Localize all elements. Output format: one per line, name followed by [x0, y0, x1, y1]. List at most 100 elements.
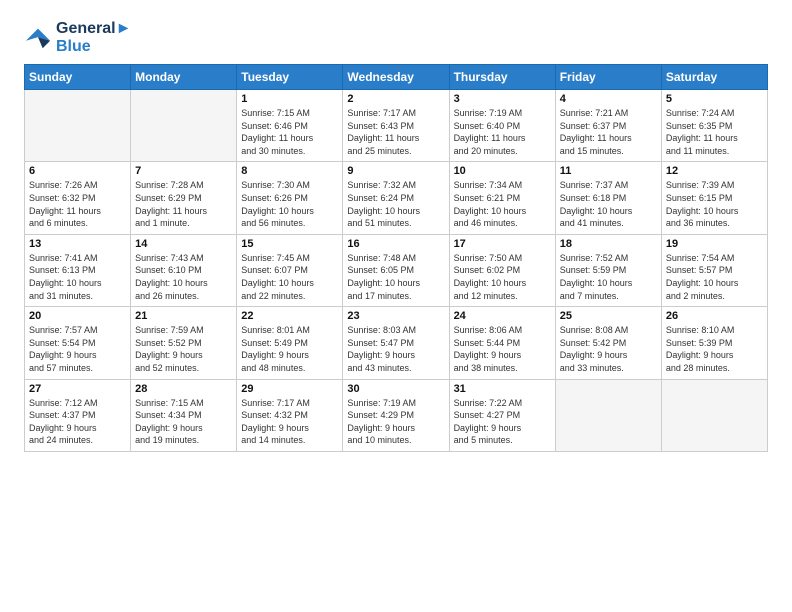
day-number: 8	[241, 165, 338, 177]
day-info: Sunrise: 7:48 AM Sunset: 6:05 PM Dayligh…	[347, 252, 444, 302]
logo-icon	[24, 24, 52, 52]
day-info: Sunrise: 7:57 AM Sunset: 5:54 PM Dayligh…	[29, 324, 126, 374]
day-number: 14	[135, 238, 232, 250]
calendar-cell: 15 Sunrise: 7:45 AM Sunset: 6:07 PM Dayli…	[237, 234, 343, 306]
calendar-cell: 18 Sunrise: 7:52 AM Sunset: 5:59 PM Dayli…	[555, 234, 661, 306]
day-number: 18	[560, 238, 657, 250]
column-header-friday: Friday	[555, 65, 661, 90]
day-number: 19	[666, 238, 763, 250]
calendar-week-row: 6 Sunrise: 7:26 AM Sunset: 6:32 PM Daylig…	[25, 162, 768, 234]
day-info: Sunrise: 7:21 AM Sunset: 6:37 PM Dayligh…	[560, 107, 657, 157]
calendar-cell: 26 Sunrise: 8:10 AM Sunset: 5:39 PM Dayli…	[661, 307, 767, 379]
calendar-week-row: 27Sunrise: 7:12 AM Sunset: 4:37 PM Dayli…	[25, 379, 768, 451]
calendar-cell: 17 Sunrise: 7:50 AM Sunset: 6:02 PM Dayli…	[449, 234, 555, 306]
calendar-cell: 24Sunrise: 8:06 AM Sunset: 5:44 PM Dayli…	[449, 307, 555, 379]
day-number: 5	[666, 93, 763, 105]
day-info: Sunrise: 7:24 AM Sunset: 6:35 PM Dayligh…	[666, 107, 763, 157]
calendar-cell: 27Sunrise: 7:12 AM Sunset: 4:37 PM Dayli…	[25, 379, 131, 451]
day-info: Sunrise: 7:19 AM Sunset: 6:40 PM Dayligh…	[454, 107, 551, 157]
day-info: Sunrise: 8:08 AM Sunset: 5:42 PM Dayligh…	[560, 324, 657, 374]
calendar-cell: 11 Sunrise: 7:37 AM Sunset: 6:18 PM Dayli…	[555, 162, 661, 234]
day-number: 10	[454, 165, 551, 177]
day-number: 30	[347, 383, 444, 395]
day-info: Sunrise: 8:10 AM Sunset: 5:39 PM Dayligh…	[666, 324, 763, 374]
day-number: 12	[666, 165, 763, 177]
day-info: Sunrise: 7:28 AM Sunset: 6:29 PM Dayligh…	[135, 179, 232, 229]
calendar-week-row: 1 Sunrise: 7:15 AM Sunset: 6:46 PM Daylig…	[25, 90, 768, 162]
day-number: 20	[29, 310, 126, 322]
logo: General► Blue	[24, 20, 131, 56]
calendar-cell	[25, 90, 131, 162]
day-info: Sunrise: 7:15 AM Sunset: 6:46 PM Dayligh…	[241, 107, 338, 157]
calendar-header-row: SundayMondayTuesdayWednesdayThursdayFrid…	[25, 65, 768, 90]
day-number: 31	[454, 383, 551, 395]
day-info: Sunrise: 8:01 AM Sunset: 5:49 PM Dayligh…	[241, 324, 338, 374]
calendar-cell: 16Sunrise: 7:48 AM Sunset: 6:05 PM Dayli…	[343, 234, 449, 306]
column-header-monday: Monday	[131, 65, 237, 90]
day-number: 24	[454, 310, 551, 322]
day-info: Sunrise: 7:26 AM Sunset: 6:32 PM Dayligh…	[29, 179, 126, 229]
day-number: 7	[135, 165, 232, 177]
day-number: 11	[560, 165, 657, 177]
column-header-tuesday: Tuesday	[237, 65, 343, 90]
day-number: 26	[666, 310, 763, 322]
day-number: 4	[560, 93, 657, 105]
day-info: Sunrise: 7:19 AM Sunset: 4:29 PM Dayligh…	[347, 397, 444, 447]
day-info: Sunrise: 7:41 AM Sunset: 6:13 PM Dayligh…	[29, 252, 126, 302]
day-number: 9	[347, 165, 444, 177]
day-number: 22	[241, 310, 338, 322]
day-info: Sunrise: 7:52 AM Sunset: 5:59 PM Dayligh…	[560, 252, 657, 302]
day-info: Sunrise: 7:15 AM Sunset: 4:34 PM Dayligh…	[135, 397, 232, 447]
logo-text: General► Blue	[56, 20, 131, 56]
day-info: Sunrise: 7:50 AM Sunset: 6:02 PM Dayligh…	[454, 252, 551, 302]
day-info: Sunrise: 7:43 AM Sunset: 6:10 PM Dayligh…	[135, 252, 232, 302]
column-header-wednesday: Wednesday	[343, 65, 449, 90]
calendar-week-row: 13 Sunrise: 7:41 AM Sunset: 6:13 PM Dayli…	[25, 234, 768, 306]
day-number: 1	[241, 93, 338, 105]
day-info: Sunrise: 7:17 AM Sunset: 6:43 PM Dayligh…	[347, 107, 444, 157]
day-number: 2	[347, 93, 444, 105]
day-info: Sunrise: 7:22 AM Sunset: 4:27 PM Dayligh…	[454, 397, 551, 447]
page-header: General► Blue	[24, 20, 768, 56]
day-info: Sunrise: 7:37 AM Sunset: 6:18 PM Dayligh…	[560, 179, 657, 229]
calendar-table: SundayMondayTuesdayWednesdayThursdayFrid…	[24, 64, 768, 452]
day-info: Sunrise: 7:34 AM Sunset: 6:21 PM Dayligh…	[454, 179, 551, 229]
calendar-cell	[661, 379, 767, 451]
day-info: Sunrise: 7:32 AM Sunset: 6:24 PM Dayligh…	[347, 179, 444, 229]
calendar-cell: 8 Sunrise: 7:30 AM Sunset: 6:26 PM Daylig…	[237, 162, 343, 234]
column-header-saturday: Saturday	[661, 65, 767, 90]
calendar-cell	[555, 379, 661, 451]
calendar-cell: 12 Sunrise: 7:39 AM Sunset: 6:15 PM Dayli…	[661, 162, 767, 234]
calendar-cell: 22 Sunrise: 8:01 AM Sunset: 5:49 PM Dayli…	[237, 307, 343, 379]
calendar-cell: 28 Sunrise: 7:15 AM Sunset: 4:34 PM Dayli…	[131, 379, 237, 451]
calendar-cell: 14 Sunrise: 7:43 AM Sunset: 6:10 PM Dayli…	[131, 234, 237, 306]
calendar-cell: 29Sunrise: 7:17 AM Sunset: 4:32 PM Dayli…	[237, 379, 343, 451]
day-info: Sunrise: 7:39 AM Sunset: 6:15 PM Dayligh…	[666, 179, 763, 229]
calendar-cell: 19 Sunrise: 7:54 AM Sunset: 5:57 PM Dayli…	[661, 234, 767, 306]
column-header-sunday: Sunday	[25, 65, 131, 90]
day-number: 25	[560, 310, 657, 322]
day-number: 28	[135, 383, 232, 395]
day-number: 21	[135, 310, 232, 322]
calendar-week-row: 20 Sunrise: 7:57 AM Sunset: 5:54 PM Dayli…	[25, 307, 768, 379]
calendar-cell	[131, 90, 237, 162]
day-info: Sunrise: 8:03 AM Sunset: 5:47 PM Dayligh…	[347, 324, 444, 374]
day-number: 17	[454, 238, 551, 250]
calendar-cell: 4 Sunrise: 7:21 AM Sunset: 6:37 PM Daylig…	[555, 90, 661, 162]
day-info: Sunrise: 7:54 AM Sunset: 5:57 PM Dayligh…	[666, 252, 763, 302]
calendar-cell: 13 Sunrise: 7:41 AM Sunset: 6:13 PM Dayli…	[25, 234, 131, 306]
day-number: 15	[241, 238, 338, 250]
calendar-cell: 23 Sunrise: 8:03 AM Sunset: 5:47 PM Dayli…	[343, 307, 449, 379]
day-number: 23	[347, 310, 444, 322]
calendar-cell: 3 Sunrise: 7:19 AM Sunset: 6:40 PM Daylig…	[449, 90, 555, 162]
calendar-cell: 1 Sunrise: 7:15 AM Sunset: 6:46 PM Daylig…	[237, 90, 343, 162]
day-number: 6	[29, 165, 126, 177]
day-number: 13	[29, 238, 126, 250]
calendar-cell: 20 Sunrise: 7:57 AM Sunset: 5:54 PM Dayli…	[25, 307, 131, 379]
calendar-cell: 2 Sunrise: 7:17 AM Sunset: 6:43 PM Daylig…	[343, 90, 449, 162]
calendar-cell: 5 Sunrise: 7:24 AM Sunset: 6:35 PM Daylig…	[661, 90, 767, 162]
day-info: Sunrise: 7:30 AM Sunset: 6:26 PM Dayligh…	[241, 179, 338, 229]
day-info: Sunrise: 7:45 AM Sunset: 6:07 PM Dayligh…	[241, 252, 338, 302]
day-number: 3	[454, 93, 551, 105]
day-number: 27	[29, 383, 126, 395]
